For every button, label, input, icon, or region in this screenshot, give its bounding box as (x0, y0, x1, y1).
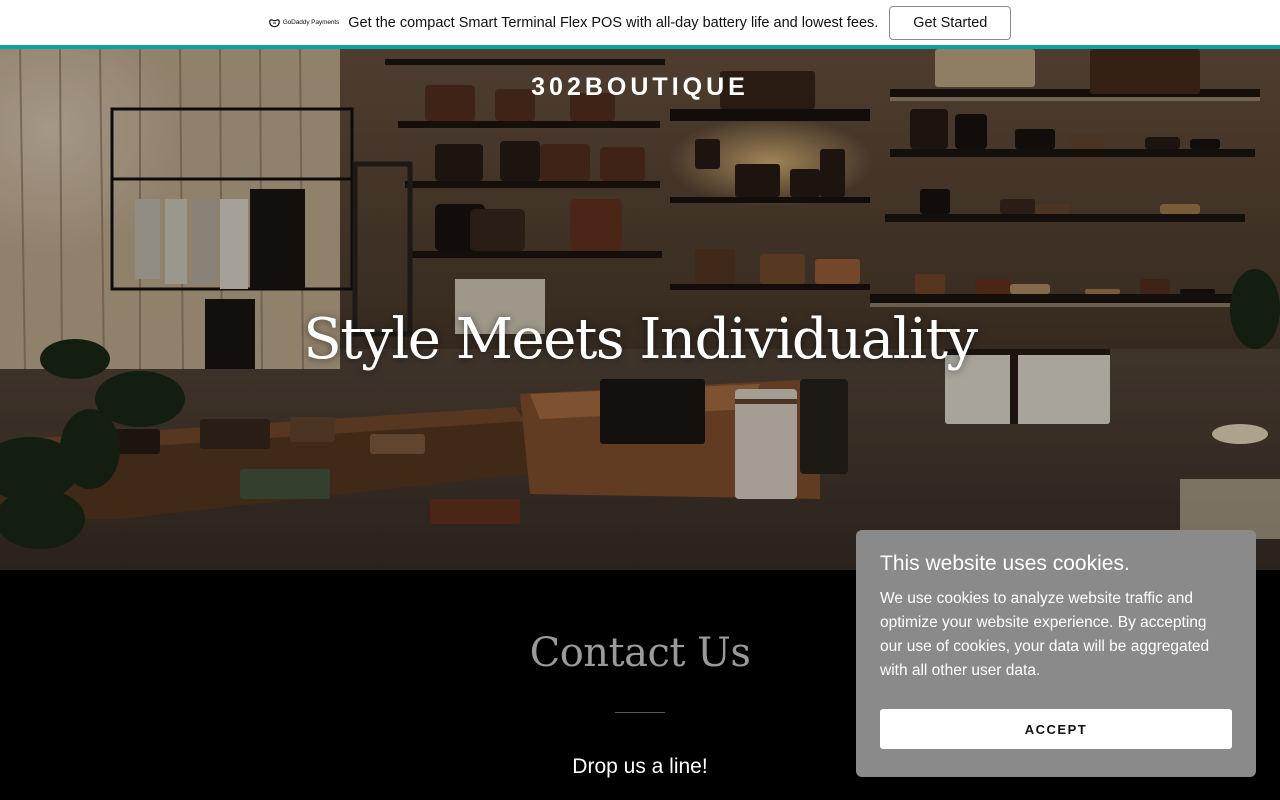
cookie-body: We use cookies to analyze website traffi… (880, 590, 1210, 679)
hero-section: 302BOUTIQUE Style Meets Individuality (0, 49, 1280, 570)
godaddy-payments-logo: GoDaddy Payments (268, 18, 340, 28)
site-brand[interactable]: 302BOUTIQUE (0, 73, 1280, 102)
promo-bar: GoDaddy Payments Get the compact Smart T… (0, 0, 1280, 45)
hero-title: Style Meets Individuality (303, 307, 978, 372)
promo-message: Get the compact Smart Terminal Flex POS … (348, 14, 879, 31)
godaddy-logo-text: GoDaddy Payments (282, 19, 340, 26)
accept-cookies-button[interactable]: ACCEPT (880, 709, 1232, 749)
cookie-title: This website uses cookies. (880, 552, 1130, 575)
cookie-banner: This website uses cookies. We use cookie… (856, 530, 1256, 777)
get-started-button[interactable]: Get Started (889, 5, 1012, 40)
godaddy-logo-icon (268, 18, 280, 27)
section-divider (615, 712, 665, 713)
